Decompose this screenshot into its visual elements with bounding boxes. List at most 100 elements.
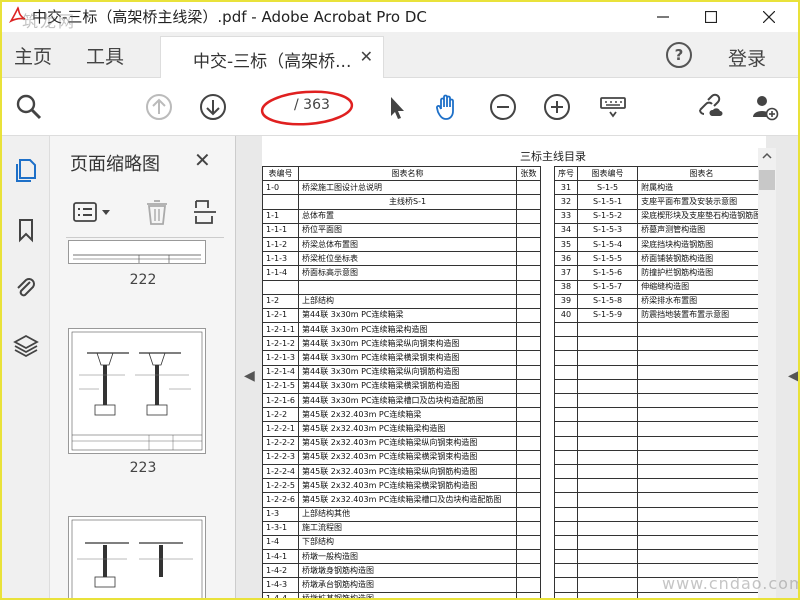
table-cell: 第45联 2x32.403m PC连续箱梁横梁钢束构造图 (298, 449, 518, 465)
table-row: 1-1-4 桥面标高示意图 (261, 265, 542, 281)
table-row: 1-2-1-5 第44联 3x30m PC连续箱梁横梁钢筋构造图 (261, 378, 542, 395)
table-row-empty (554, 421, 766, 437)
toc-left-table: 表编号 图表名称 张数 1-0 桥梁施工图设计总说明 主线桥S-1 1-1 总体布置 1-1-1… (261, 165, 542, 598)
delete-page-icon[interactable] (144, 198, 170, 226)
table-row: 1-2-2-3 第45联 2x32.403m PC连续箱梁横梁钢束构造图 (261, 449, 542, 465)
collapse-left-panel-button[interactable]: ◀ (244, 368, 255, 384)
table-cell-empty (554, 577, 578, 593)
table-cell: 1-1-4 (261, 265, 300, 281)
table-cell-empty (637, 492, 766, 508)
thumbnail-options-icon[interactable] (72, 200, 120, 226)
table-cell: 第44联 3x30m PC连续箱梁纵向钢筋构造图 (298, 364, 518, 380)
document-scrollbar[interactable] (758, 148, 776, 598)
maximize-icon (705, 11, 717, 23)
zoom-in-icon[interactable] (542, 92, 572, 122)
table-cell (516, 478, 542, 494)
panel-title: 页面缩略图 (70, 154, 160, 175)
watermark-bottom: www.cndao.com (662, 574, 800, 593)
table-cell (516, 208, 542, 224)
table-cell (516, 293, 542, 309)
table-cell (516, 279, 542, 295)
table-cell (261, 279, 300, 295)
previous-page-icon[interactable] (144, 92, 174, 122)
add-user-icon[interactable] (750, 92, 780, 122)
table-cell: 第45联 2x32.403m PC连续箱梁构造图 (298, 421, 518, 437)
layers-icon[interactable] (12, 332, 40, 360)
table-row-empty (554, 322, 766, 338)
toc-heading: 三标主线目录 (520, 150, 586, 163)
table-cell: 33 (554, 208, 578, 224)
table-row: 1-2-1-2 第44联 3x30m PC连续箱梁纵向钢束构造图 (261, 336, 542, 352)
thumbnail-page-next[interactable] (68, 516, 206, 598)
table-cell: 1-1-3 (261, 251, 300, 267)
table-cell-empty (637, 392, 766, 409)
table-row: 1-2-2 第45联 2x32.403m PC连续箱梁 (261, 407, 542, 423)
attachment-icon[interactable] (12, 274, 40, 302)
table-cell-empty (576, 549, 639, 565)
table-row: 39 S-1-5-8 桥梁排水布置图 (554, 293, 766, 309)
table-cell: 桥面铺装钢筋构造图 (637, 251, 766, 267)
table-row: 1-4-2 桥墩墩身钢筋构造图 (261, 563, 542, 579)
thumbnail-page-222[interactable] (68, 240, 206, 264)
table-row: 1-2-2-4 第45联 2x32.403m PC连续箱梁纵向钢筋构造图 (261, 463, 542, 480)
table-row: 1-2-1-3 第44联 3x30m PC连续箱梁横梁钢束构造图 (261, 350, 542, 366)
close-icon (763, 11, 775, 23)
table-cell-empty (576, 392, 639, 409)
table-cell: 1-2-1-1 (261, 322, 300, 338)
table-cell-empty (637, 378, 766, 395)
bookmark-icon[interactable] (12, 216, 40, 244)
extract-pages-icon[interactable] (192, 198, 218, 226)
table-row-empty (554, 364, 766, 380)
tab-document[interactable]: 中交-三标（高架桥... ✕ (160, 36, 384, 78)
minimize-button[interactable] (640, 2, 686, 32)
table-cell-empty (637, 449, 766, 465)
table-row-empty (554, 520, 766, 536)
next-page-icon[interactable] (198, 92, 228, 122)
maximize-button[interactable] (688, 2, 734, 32)
table-cell-empty (576, 407, 639, 423)
table-row: 1-4-4 桥墩桩基钢筋构造图 (261, 591, 542, 598)
table-row-empty (554, 378, 766, 395)
table-cell (516, 563, 542, 579)
table-cell: 1-2-2-2 (261, 435, 300, 451)
table-cell: 35 (554, 236, 578, 253)
table-row (261, 279, 542, 295)
hand-tool-icon[interactable] (432, 92, 462, 122)
zoom-search-icon[interactable] (14, 92, 44, 122)
keyboard-tools-icon[interactable] (598, 92, 628, 122)
scroll-up-arrow-icon[interactable] (758, 150, 776, 162)
zoom-out-icon[interactable] (488, 92, 518, 122)
table-cell (516, 378, 542, 395)
table-cell-empty (576, 520, 639, 536)
table-row: 1-0 桥梁施工图设计总说明 (261, 180, 542, 196)
table-cell-empty (637, 364, 766, 380)
table-cell-empty (637, 506, 766, 522)
help-button[interactable]: ? (666, 42, 692, 68)
tab-tools[interactable]: 工具 (86, 42, 124, 69)
document-tab-close-button[interactable]: ✕ (360, 47, 373, 66)
login-button[interactable]: 登录 (728, 44, 766, 71)
table-header-cell: 序号 (554, 165, 578, 182)
table-cell-empty (637, 478, 766, 494)
share-link-icon[interactable] (694, 92, 724, 122)
table-row-empty (554, 463, 766, 480)
table-cell-empty (576, 364, 639, 380)
panel-close-button[interactable]: ✕ (194, 148, 211, 172)
table-cell: 1-2-2 (261, 407, 300, 423)
table-row-empty (554, 435, 766, 451)
page-thumbnails-icon[interactable] (12, 156, 40, 184)
table-cell: 40 (554, 307, 578, 324)
table-cell-empty (637, 336, 766, 352)
select-cursor-icon[interactable] (382, 92, 412, 122)
thumbnail-page-223[interactable] (68, 328, 206, 454)
expand-right-panel-button[interactable]: ◀ (788, 368, 798, 384)
thumbnail-label: 222 (129, 272, 157, 288)
close-window-button[interactable] (746, 2, 792, 32)
table-cell: 桥墓声测管构造图 (637, 222, 766, 238)
tab-home[interactable]: 主页 (14, 42, 52, 69)
document-tab-label: 中交-三标（高架桥... (193, 52, 352, 72)
document-scrollbar-thumb[interactable] (759, 170, 775, 190)
table-row: 1-1-1 桥位平面图 (261, 222, 542, 238)
table-row: 32 S-1-5-1 支座平面布置及安装示意图 (554, 194, 766, 210)
table-row: 1-2-1-1 第44联 3x30m PC连续箱梁构造图 (261, 322, 542, 338)
